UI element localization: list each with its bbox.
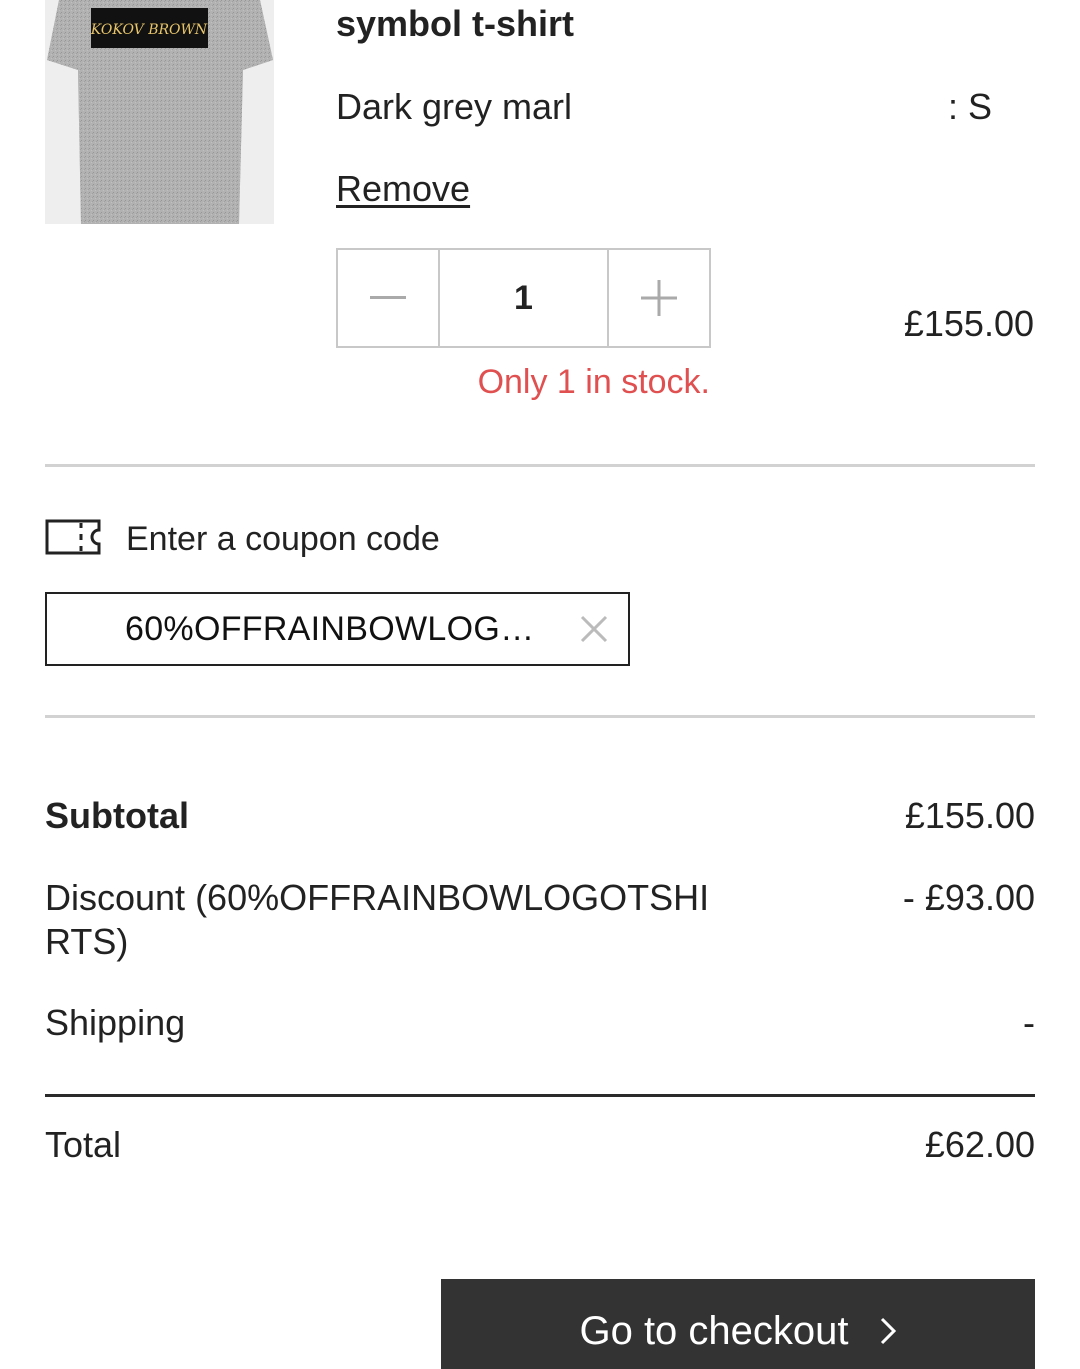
plus-icon [641, 280, 677, 316]
checkout-button-label: Go to checkout [579, 1309, 849, 1353]
coupon-input[interactable]: 60%OFFRAINBOWLOGO... [45, 592, 630, 666]
decrease-quantity-button[interactable] [338, 250, 438, 346]
total-value: £62.00 [924, 1124, 1035, 1165]
subtotal-label: Subtotal [45, 795, 189, 836]
shirt-print-text: KOKOV BROWN [90, 22, 208, 38]
product-image[interactable]: KOKOV BROWN [45, 0, 274, 224]
checkout-button[interactable]: Go to checkout [441, 1279, 1035, 1369]
shipping-label: Shipping [45, 1002, 186, 1043]
total-divider [45, 1094, 1035, 1097]
divider [45, 715, 1035, 718]
divider [45, 464, 1035, 467]
coupon-toggle-label[interactable]: Enter a coupon code [126, 518, 440, 560]
product-size: : S [948, 86, 993, 127]
ticket-icon[interactable] [45, 519, 101, 560]
shipping-value: - [1023, 1002, 1035, 1043]
coupon-input-value[interactable]: 60%OFFRAINBOWLOGO... [125, 608, 555, 650]
minus-icon [370, 296, 406, 299]
product-title[interactable]: symbol t-shirt [336, 2, 1036, 46]
close-icon[interactable] [579, 614, 609, 644]
total-label: Total [45, 1124, 122, 1165]
remove-link[interactable]: Remove [336, 168, 470, 210]
chevron-right-icon [880, 1317, 896, 1345]
quantity-value[interactable]: 1 [438, 250, 609, 346]
stock-warning: Only 1 in stock. [477, 363, 710, 401]
product-variant: Dark grey marl [336, 86, 573, 127]
line-price: £155.00 [903, 303, 1034, 344]
discount-value: - £93.00 [902, 877, 1035, 918]
increase-quantity-button[interactable] [609, 250, 709, 346]
discount-label: Discount (60%OFFRAINBOWLOGOTSHIRTS) [45, 877, 710, 962]
subtotal-value: £155.00 [904, 795, 1035, 836]
quantity-stepper: 1 [336, 248, 711, 348]
